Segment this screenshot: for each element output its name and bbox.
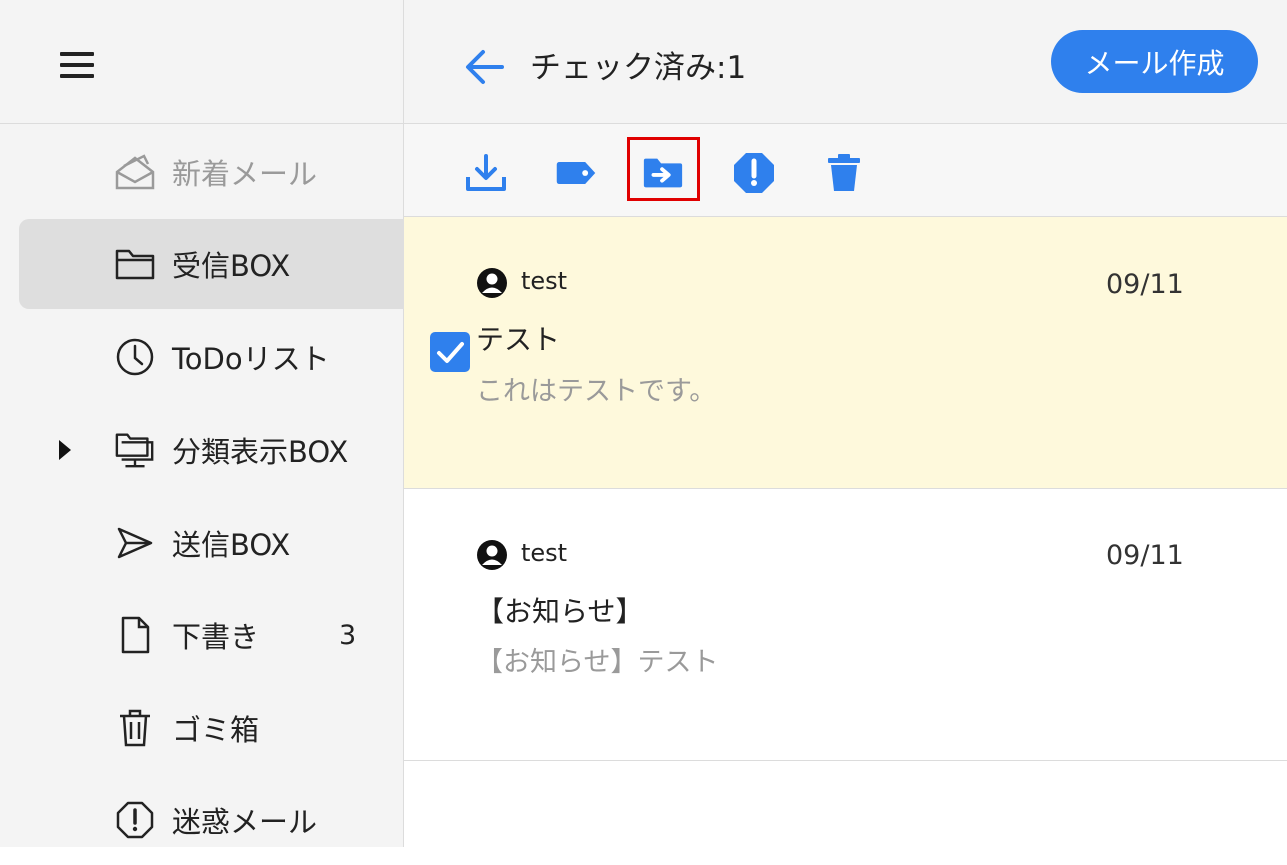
sidebar-item-label: 送信BOX (172, 528, 291, 562)
user-avatar-icon (476, 267, 508, 299)
user-avatar-icon (476, 539, 508, 571)
sidebar-header (0, 0, 403, 124)
page-title: チェック済み:1 (530, 50, 747, 86)
caret-right-icon[interactable] (59, 440, 71, 460)
mail-sender: test (521, 267, 568, 295)
sidebar-item-label: ゴミ箱 (172, 713, 260, 747)
mail-date: 09/11 (1106, 269, 1184, 300)
sidebar-item-label: 分類表示BOX (172, 435, 349, 469)
mail-subject: 【お知らせ】 (476, 595, 644, 628)
mail-sender: test (521, 539, 568, 567)
sidebar-item-category[interactable]: 分類表示BOX (19, 405, 404, 495)
folder-icon (114, 243, 156, 285)
mail-list-item[interactable]: test 09/11 【お知らせ】 【お知らせ】テスト (404, 489, 1287, 761)
sidebar-item-label: 迷惑メール (172, 805, 318, 839)
mail-preview: 【お知らせ】テスト (476, 647, 719, 678)
label-tag-icon[interactable] (554, 151, 598, 195)
move-to-folder-icon[interactable] (641, 151, 685, 195)
send-icon (114, 522, 156, 564)
back-arrow-icon[interactable] (464, 46, 506, 88)
download-icon[interactable] (464, 151, 508, 195)
draft-count-badge: 3 (339, 619, 357, 651)
trash-icon (114, 707, 156, 749)
mail-date: 09/11 (1106, 540, 1184, 571)
sidebar-item-todo[interactable]: ToDoリスト (19, 312, 404, 402)
main-panel: チェック済み:1 メール作成 test 09/11 テスト これはテストです。 (404, 0, 1287, 847)
envelope-open-icon (114, 151, 156, 193)
alert-octagon-icon (114, 799, 156, 841)
clock-icon (114, 336, 156, 378)
sidebar-item-sent[interactable]: 送信BOX (19, 498, 404, 588)
sidebar-item-drafts[interactable]: 下書き 3 (19, 590, 404, 680)
menu-icon[interactable] (60, 52, 94, 78)
sidebar-item-trash[interactable]: ゴミ箱 (19, 683, 404, 773)
sidebar-item-label: ToDoリスト (172, 342, 330, 376)
mail-checkbox[interactable] (430, 332, 470, 372)
file-icon (114, 614, 156, 656)
sidebar-item-new-mail[interactable]: 新着メール (19, 127, 404, 217)
sidebar-item-label: 新着メール (172, 157, 318, 191)
sidebar-item-label: 受信BOX (172, 249, 291, 283)
sidebar-item-inbox[interactable]: 受信BOX (19, 219, 404, 309)
mail-preview: これはテストです。 (476, 376, 717, 407)
header: チェック済み:1 メール作成 (404, 0, 1287, 124)
mail-subject: テスト (476, 323, 561, 356)
folder-tree-icon (114, 429, 156, 471)
sidebar: 新着メール 受信BOX ToDoリスト 分類表示BOX 送信BOX 下書き 3 (0, 0, 404, 847)
spam-report-icon[interactable] (732, 151, 776, 195)
compose-button[interactable]: メール作成 (1051, 30, 1258, 93)
action-toolbar (404, 124, 1287, 217)
delete-icon[interactable] (822, 151, 866, 195)
mail-list-item[interactable]: test 09/11 テスト これはテストです。 (404, 217, 1287, 489)
sidebar-item-spam[interactable]: 迷惑メール (19, 775, 404, 865)
sidebar-item-label: 下書き (172, 620, 260, 654)
